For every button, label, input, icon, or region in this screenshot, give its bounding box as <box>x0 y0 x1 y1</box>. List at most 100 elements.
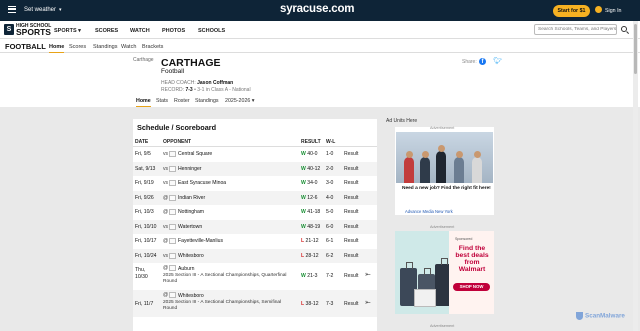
game-note: 2025 Section III - A Sectional Champions… <box>163 300 282 305</box>
game-date: Sat, 9/13 <box>135 165 156 172</box>
opponent-link[interactable]: Nottingham <box>178 209 204 215</box>
opponent-link[interactable]: East Syracuse Minoa <box>178 180 226 186</box>
result-link[interactable]: Result <box>344 224 358 230</box>
game-date: Fri, 9/5 <box>135 151 151 157</box>
ad-headline: Find the best deals from Walmart <box>455 245 489 273</box>
table-row[interactable]: Fri, 9/19 vs East Syracuse Minoa W 34-0 … <box>133 176 377 191</box>
table-row[interactable]: Sat, 9/13 vs Henninger W 40-12 2-0 Resul… <box>133 161 377 176</box>
scrollbar-thumb[interactable] <box>634 24 637 74</box>
team-sport: Football <box>161 68 185 75</box>
nav-sports[interactable]: SPORTS ▾ <box>54 28 81 34</box>
game-prefix: vs <box>163 151 169 157</box>
team-logo-icon <box>169 292 176 298</box>
scrollbar[interactable] <box>633 21 638 331</box>
sport-nav-brackets[interactable]: Brackets <box>142 44 163 50</box>
result-link[interactable]: Result <box>344 180 358 186</box>
opponent-link[interactable]: Indian River <box>178 195 205 201</box>
nav-watch[interactable]: WATCH <box>130 28 150 34</box>
team-logo-icon <box>169 252 176 259</box>
table-row[interactable]: Fri, 9/5 vs Central Square W 40-0 1-0 Re… <box>133 147 377 162</box>
result-link[interactable]: Result <box>344 151 358 157</box>
result-link[interactable]: Result <box>344 253 358 259</box>
table-row[interactable]: Fri, 10/3 @ Nottingham W 41-18 5-0 Resul… <box>133 205 377 220</box>
win-loss: 1-0 <box>326 151 334 157</box>
tab-home[interactable]: Home <box>136 98 151 107</box>
tab-stats[interactable]: Stats <box>156 98 168 104</box>
table-row[interactable]: Fri, 9/26 @ Indian River W 12-6 4-0 Resu… <box>133 190 377 205</box>
table-row[interactable]: Fri, 10/24 vs Whitesboro L 28-12 6-2 Res… <box>133 248 377 263</box>
game-note: 2025 Section III - A Sectional Champions… <box>163 273 287 278</box>
menu-icon[interactable] <box>8 6 16 13</box>
team-logo-icon <box>169 223 176 230</box>
bracket-icon[interactable]: ⤜ <box>365 271 371 279</box>
team-logo-icon <box>169 151 176 157</box>
win-loss: 6-0 <box>326 223 334 230</box>
sport-nav-home[interactable]: Home <box>49 44 65 54</box>
nav-photos[interactable]: PHOTOS <box>162 28 185 34</box>
opponent-link[interactable]: Watertown <box>178 224 202 230</box>
watermark: ScanMalware <box>576 312 625 320</box>
outcome: L <box>301 301 305 307</box>
col-date: DATE <box>135 139 149 145</box>
score: 12-6 <box>307 194 318 201</box>
facebook-icon[interactable]: f <box>479 58 486 65</box>
game-result: W 40-12 <box>301 166 320 172</box>
table-row[interactable]: Fri, 10/10 vs Watertown W 48-19 6-0 Resu… <box>133 219 377 234</box>
sign-in-label: Sign In <box>605 7 622 14</box>
table-row[interactable]: Thu, 10/30 @ Auburn 2025 Section III - A… <box>133 263 377 290</box>
tab-roster[interactable]: Roster <box>174 98 190 104</box>
score: 21-3 <box>307 273 318 279</box>
sport-nav-watch[interactable]: Watch <box>121 44 136 50</box>
person-head <box>473 151 481 158</box>
game-result: W 48-19 <box>301 224 320 230</box>
result-link[interactable]: Result <box>344 301 358 307</box>
game-prefix: vs <box>163 165 169 172</box>
search-icon[interactable] <box>621 26 627 32</box>
search-input[interactable] <box>534 24 617 35</box>
result-link[interactable]: Result <box>344 195 358 201</box>
score: 21-12 <box>305 238 319 244</box>
result-link[interactable]: Result <box>344 209 358 215</box>
team-logo-icon <box>169 209 176 215</box>
table-row[interactable]: Fri, 10/17 @ Fayetteville-Manlius L 21-1… <box>133 234 377 249</box>
opponent-link[interactable]: Whitesboro <box>178 253 204 259</box>
table-row[interactable]: Fri, 11/7 @ Whitesboro 2025 Section III … <box>133 290 377 317</box>
result-link[interactable]: Result <box>344 166 358 172</box>
nav-scores[interactable]: SCORES <box>95 28 118 34</box>
opponent-link[interactable]: Henninger <box>178 166 202 172</box>
opponent-link[interactable]: Central Square <box>178 151 212 157</box>
sport-nav-standings[interactable]: Standings <box>93 44 117 50</box>
bracket-icon[interactable]: ⤜ <box>365 299 371 307</box>
result-link[interactable]: Result <box>344 273 358 279</box>
subscribe-button[interactable]: Start for $1 <box>553 5 590 17</box>
win-loss: 4-0 <box>326 194 334 201</box>
opponent-link[interactable]: Whitesboro <box>178 293 204 299</box>
ad-headline: Need a new job? Find the right fit here! <box>402 186 491 191</box>
shield-icon <box>576 312 583 320</box>
sport-title: FOOTBALL <box>5 42 46 51</box>
opponent-link[interactable]: Auburn <box>178 266 194 272</box>
win-loss: 7-3 <box>326 301 334 307</box>
weather-selector[interactable]: Set weather ▾ <box>24 7 62 13</box>
game-date-line2: 10/30 <box>135 274 148 280</box>
nav-schools[interactable]: SCHOOLS <box>198 28 225 34</box>
site-logo[interactable]: syracuse.com <box>280 3 355 15</box>
chevron-down-icon: ▾ <box>78 28 81 34</box>
person-figure <box>404 157 414 183</box>
logo-badge-icon: S <box>4 24 14 35</box>
ad-advertiser-link[interactable]: Advance Media New York <box>405 209 453 214</box>
game-result: W 41-18 <box>301 209 320 215</box>
tab-standings[interactable]: Standings <box>195 98 219 104</box>
sport-nav-scores[interactable]: Scores <box>69 44 86 50</box>
coach-label: HEAD COACH: <box>161 80 196 86</box>
high-school-sports-logo[interactable]: S HIGH SCHOOL SPORTS <box>4 22 51 38</box>
result-link[interactable]: Result <box>344 238 358 244</box>
schedule-title: Schedule / Scoreboard <box>137 123 217 132</box>
sign-in-link[interactable]: Sign In <box>595 6 622 14</box>
twitter-icon[interactable]: 🐦︎ <box>493 58 502 65</box>
tab-season-selector[interactable]: 2025-2026 ▾ <box>225 98 254 104</box>
person-figure <box>454 157 464 183</box>
user-icon <box>595 6 602 13</box>
opponent-link[interactable]: Fayetteville-Manlius <box>178 238 223 244</box>
shop-now-button[interactable]: SHOP NOW <box>453 283 490 291</box>
